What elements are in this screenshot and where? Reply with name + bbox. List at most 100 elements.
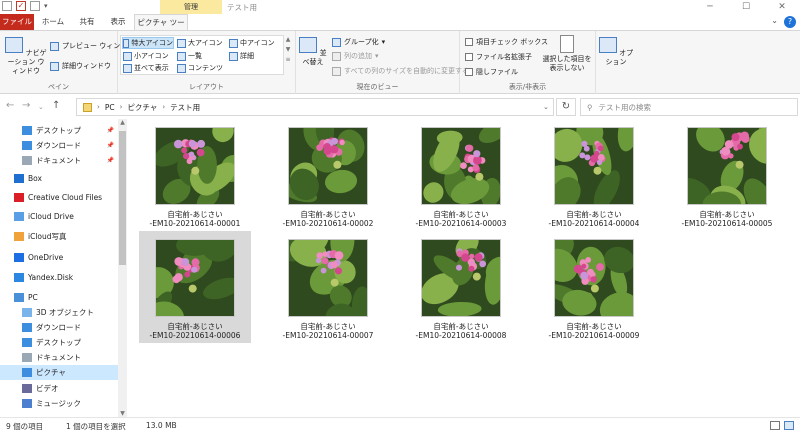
item-checkboxes-toggle[interactable]: 項目チェック ボックス [465, 37, 548, 47]
file-item[interactable]: 自宅前-あじさい -EM10-20210614-00002 [272, 119, 384, 231]
title-bar: ✓ ▾ 管理 テスト用 ─ ☐ ✕ [0, 0, 800, 14]
hide-selected-button[interactable]: 選択した項目を表示しない [540, 35, 594, 73]
search-input[interactable]: ⚲ テスト用の検索 [580, 98, 798, 116]
group-label-layout: レイアウト [189, 83, 224, 91]
layout-extra-large-icons[interactable]: 特大アイコン [122, 37, 174, 49]
nav-item[interactable]: Box [0, 171, 118, 186]
layout-details[interactable]: 詳細 [229, 51, 254, 61]
tab-file[interactable]: ファイル [0, 14, 34, 30]
refresh-icon[interactable]: ↻ [556, 98, 576, 116]
large-icons-view-icon[interactable] [784, 421, 794, 430]
new-folder-icon[interactable] [30, 1, 40, 11]
chevron-up-icon[interactable]: ▲ [284, 35, 292, 45]
tab-home[interactable]: ホーム [38, 14, 68, 30]
nav-item[interactable]: iCloud Drive [0, 209, 118, 224]
chevron-down-icon[interactable]: ▼ [284, 45, 292, 55]
hidden-files-toggle[interactable]: 隠しファイル [465, 67, 518, 77]
chevron-down-icon[interactable]: ⌄ [543, 103, 549, 111]
layout-large-icons[interactable]: 大アイコン [177, 38, 223, 48]
nav-item[interactable]: PC [0, 290, 118, 305]
file-name-line2: -EM10-20210614-00009 [548, 331, 640, 340]
checkbox-icon[interactable] [465, 53, 473, 61]
layout-tiles[interactable]: 並べて表示 [123, 63, 169, 73]
chevron-down-icon[interactable]: ▼ [118, 410, 127, 417]
nav-item[interactable]: ビデオ [0, 381, 118, 396]
file-item[interactable]: 自宅前-あじさい -EM10-20210614-00006 [139, 231, 251, 343]
details-view-icon[interactable] [770, 421, 780, 430]
tab-picture-tools[interactable]: ピクチャ ツール [134, 14, 188, 43]
nav-item[interactable]: ミュージック [0, 396, 118, 411]
help-icon[interactable]: ? [784, 16, 796, 28]
folder-icon[interactable] [2, 1, 12, 11]
group-by-button[interactable]: グループ化 ▾ [332, 37, 385, 47]
nav-item[interactable]: ドキュメント 📌 [0, 153, 118, 168]
layout-gallery-scroll[interactable]: ▲ ▼ ≡ [284, 35, 292, 75]
file-item[interactable]: 自宅前-あじさい -EM10-20210614-00008 [405, 231, 517, 343]
recent-locations-icon[interactable]: ⌄ [38, 103, 44, 111]
nav-item[interactable]: Creative Cloud Files [0, 190, 118, 205]
up-arrow-icon[interactable]: ↑ [52, 100, 60, 111]
navigation-pane: デスクトップ 📌 ダウンロード 📌 ドキュメント 📌 Box Creative Cloud F… [0, 119, 118, 417]
forward-arrow-icon[interactable]: → [22, 100, 30, 111]
file-extensions-toggle[interactable]: ファイル名拡張子 [465, 52, 532, 62]
layout-small-icons[interactable]: 小アイコン [123, 51, 169, 61]
breadcrumb-pictures[interactable]: ピクチャ [127, 102, 157, 113]
tab-view[interactable]: 表示 [104, 14, 132, 30]
pin-icon: 📌 [106, 157, 114, 164]
document-icon [22, 156, 32, 165]
chevron-down-icon[interactable]: ▾ [44, 2, 48, 10]
nav-item-label: Creative Cloud Files [28, 193, 103, 202]
more-icon[interactable]: ≡ [284, 55, 292, 65]
checkbox-icon[interactable] [465, 68, 473, 76]
nav-item[interactable]: デスクトップ 📌 [0, 123, 118, 138]
nav-item[interactable]: ダウンロード 📌 [0, 138, 118, 153]
image-thumbnail [288, 127, 368, 205]
details-pane-button[interactable]: 詳細ウィンドウ [50, 61, 111, 71]
nav-pane-button[interactable]: ナビゲーション ウィンドウ [4, 37, 48, 76]
nav-item[interactable]: iCloud写真 [0, 229, 118, 244]
file-item[interactable]: 自宅前-あじさい -EM10-20210614-00001 [139, 119, 251, 231]
chevron-up-icon[interactable]: ▲ [118, 119, 127, 126]
file-item[interactable]: 自宅前-あじさい -EM10-20210614-00003 [405, 119, 517, 231]
file-item[interactable]: 自宅前-あじさい -EM10-20210614-00004 [538, 119, 650, 231]
address-bar[interactable]: › PC › ピクチャ › テスト用 [76, 98, 554, 116]
file-view: 自宅前-あじさい -EM10-20210614-00001 自宅前-あじさい -EM1… [127, 119, 800, 417]
ribbon: ナビゲーション ウィンドウ プレビュー ウィンドウ 詳細ウィンドウ ペイン レイ… [0, 30, 800, 94]
layout-medium-icons[interactable]: 中アイコン [229, 38, 275, 48]
tab-share[interactable]: 共有 [72, 14, 102, 30]
nav-item[interactable]: ダウンロード [0, 320, 118, 335]
file-name-line2: -EM10-20210614-00006 [149, 331, 241, 340]
nav-item[interactable]: Yandex.Disk [0, 270, 118, 285]
file-name-line2: -EM10-20210614-00004 [548, 219, 640, 228]
nav-item[interactable]: OneDrive [0, 250, 118, 265]
add-column-button[interactable]: 列の追加 ▾ [332, 51, 379, 61]
minimize-icon[interactable]: ─ [692, 0, 728, 14]
nav-item[interactable]: ピクチャ [0, 365, 118, 380]
file-name-line2: -EM10-20210614-00008 [415, 331, 507, 340]
sort-button[interactable]: 並べ替え [298, 37, 328, 67]
nav-scrollbar-thumb[interactable] [119, 131, 126, 265]
maximize-icon[interactable]: ☐ [728, 0, 764, 14]
close-icon[interactable]: ✕ [764, 0, 800, 14]
pc-icon [14, 293, 24, 302]
file-item[interactable]: 自宅前-あじさい -EM10-20210614-00007 [272, 231, 384, 343]
layout-list[interactable]: 一覧 [177, 51, 202, 61]
options-button[interactable]: オプション [598, 37, 634, 67]
file-item[interactable]: 自宅前-あじさい -EM10-20210614-00005 [671, 119, 783, 231]
checkbox-icon[interactable] [465, 38, 473, 46]
breadcrumb-pc[interactable]: PC [105, 103, 115, 112]
image-thumbnail [155, 127, 235, 205]
back-arrow-icon[interactable]: ← [6, 100, 14, 111]
properties-icon[interactable]: ✓ [16, 1, 26, 11]
fit-columns-button[interactable]: すべての列のサイズを自動的に変更する [332, 66, 469, 76]
chevron-down-icon[interactable]: ⌄ [771, 16, 778, 25]
file-name-line2: -EM10-20210614-00001 [149, 219, 241, 228]
breadcrumb-current[interactable]: テスト用 [170, 102, 200, 113]
nav-item-label: ミュージック [36, 399, 81, 408]
nav-item[interactable]: デスクトップ [0, 335, 118, 350]
file-item[interactable]: 自宅前-あじさい -EM10-20210614-00009 [538, 231, 650, 343]
nav-scrollbar[interactable]: ▲ ▼ [118, 119, 127, 417]
nav-item[interactable]: ドキュメント [0, 350, 118, 365]
nav-item[interactable]: 3D オブジェクト [0, 305, 118, 320]
layout-content[interactable]: コンテンツ [177, 63, 223, 73]
